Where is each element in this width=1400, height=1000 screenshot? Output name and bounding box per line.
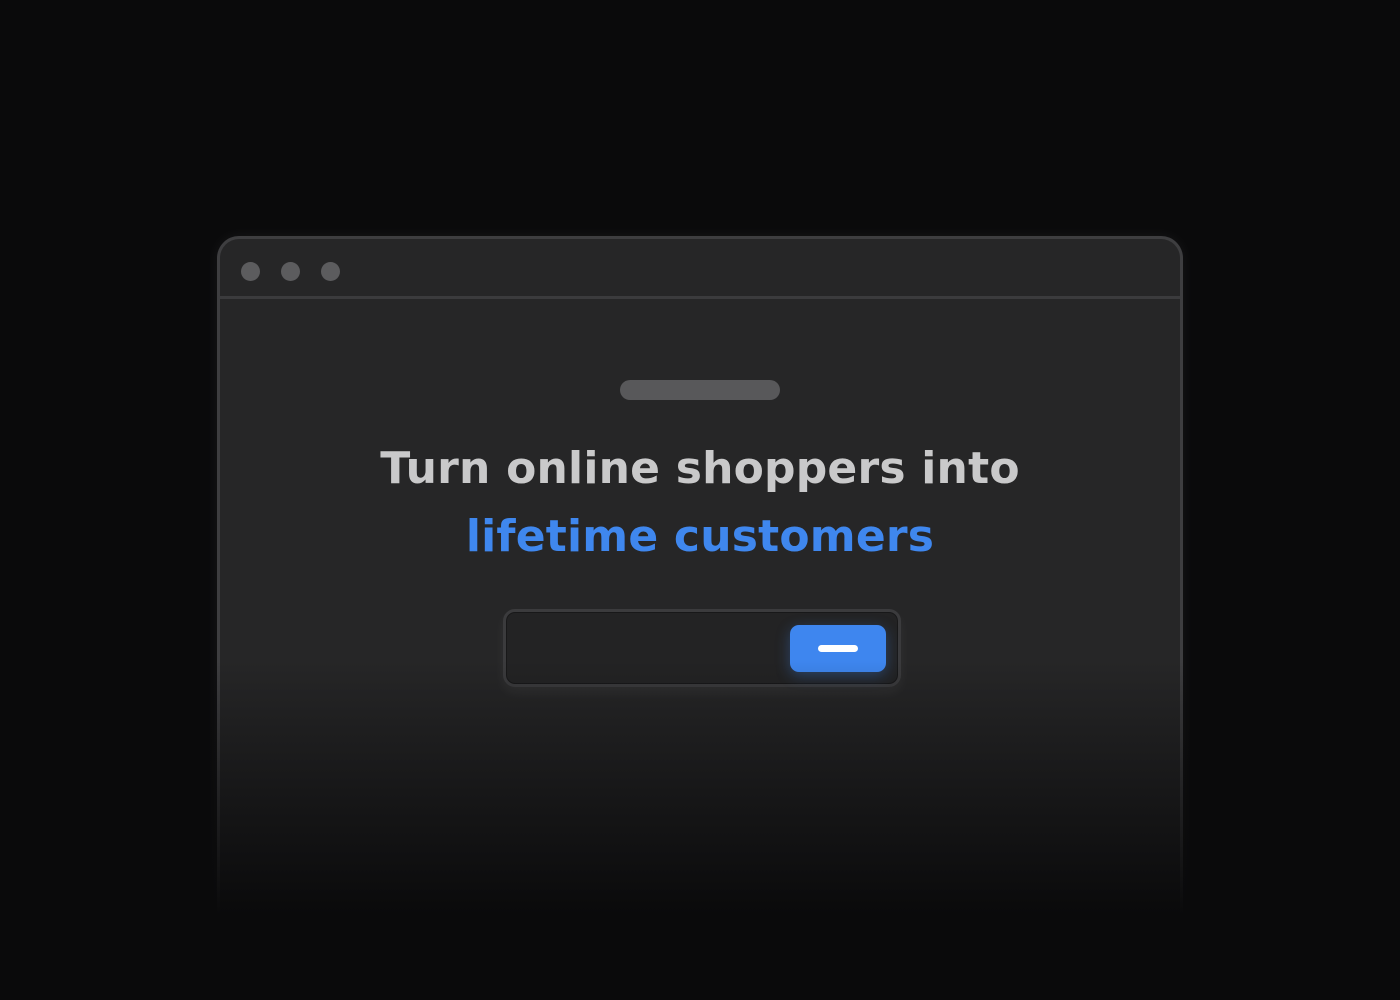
window-minimize-dot-icon[interactable] [281,262,300,281]
headline-line-accent: lifetime customers [465,511,935,562]
submit-button[interactable] [790,625,886,672]
signup-form-input[interactable] [503,609,901,687]
window-maximize-dot-icon[interactable] [321,262,340,281]
hero-headline: Turn online shoppers into lifetime custo… [220,435,1180,571]
headline-line-primary: Turn online shoppers into [380,443,1020,494]
eyebrow-placeholder-pill [620,380,780,400]
window-close-dot-icon[interactable] [241,262,260,281]
browser-window: Turn online shoppers into lifetime custo… [217,236,1183,1000]
dash-icon [818,645,858,652]
window-title-bar [220,239,1180,299]
